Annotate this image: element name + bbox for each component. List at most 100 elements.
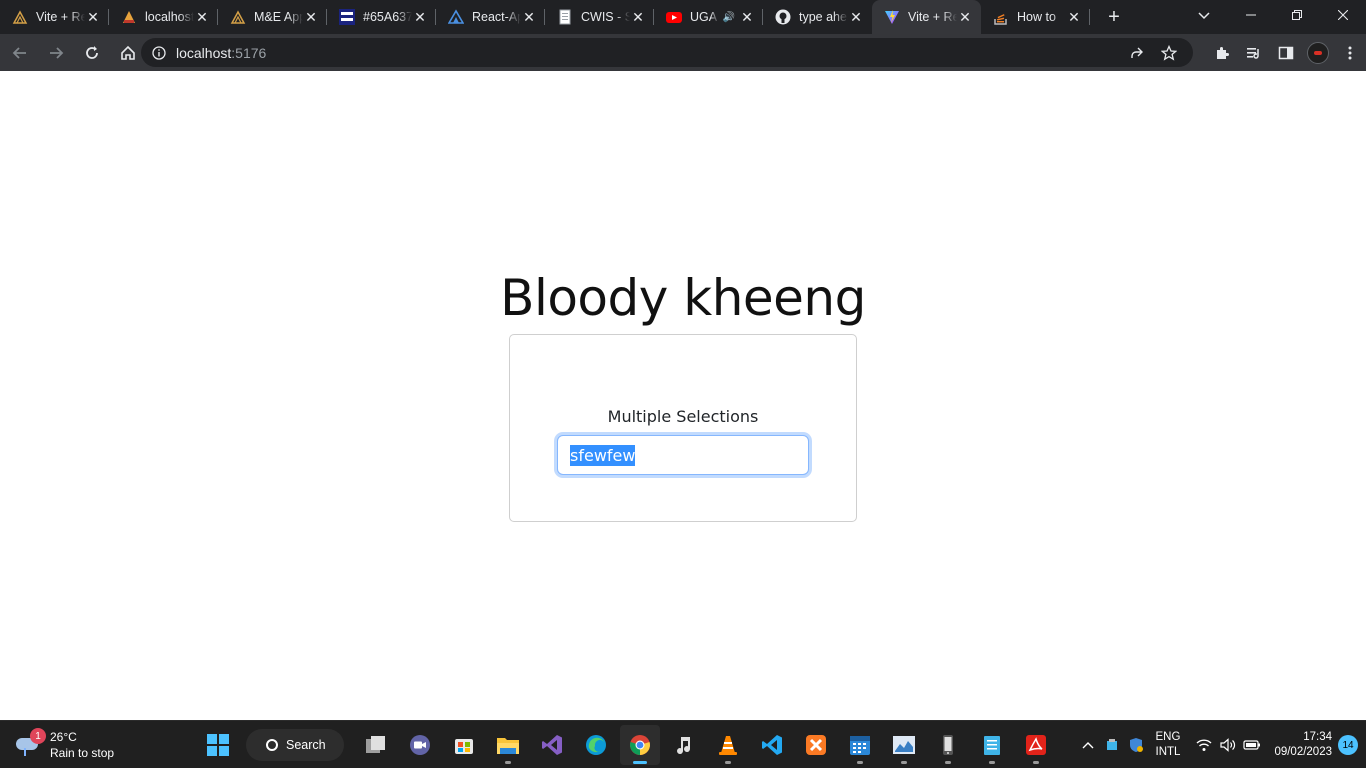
- usb-drive-icon[interactable]: [1100, 733, 1124, 757]
- security-shield-icon[interactable]: [1124, 733, 1148, 757]
- home-icon: [121, 45, 135, 60]
- site-info-icon[interactable]: [151, 45, 167, 61]
- kebab-menu-icon[interactable]: [1334, 37, 1366, 69]
- battery-icon[interactable]: [1240, 733, 1264, 757]
- taskbar-meet[interactable]: [400, 725, 440, 765]
- bookmark-star-icon[interactable]: [1153, 39, 1185, 67]
- lang-code: ENG: [1155, 731, 1181, 743]
- colortools-icon: [339, 9, 355, 25]
- tab-title: M&E App: [254, 10, 303, 24]
- volume-icon[interactable]: [1216, 733, 1240, 757]
- taskbar-search[interactable]: Search: [246, 729, 344, 761]
- tab-close-icon[interactable]: ✕: [194, 9, 210, 25]
- back-button[interactable]: [4, 37, 36, 69]
- pdf-icon: [1026, 735, 1046, 755]
- close-window-icon[interactable]: [1320, 0, 1366, 30]
- tab-search-icon[interactable]: [1192, 4, 1216, 28]
- calendar-icon: [850, 736, 870, 755]
- tab-close-icon[interactable]: ✕: [630, 9, 646, 25]
- notification-count-badge[interactable]: 14: [1338, 735, 1358, 755]
- wifi-icon[interactable]: [1192, 733, 1216, 757]
- address-bar-actions: [1121, 38, 1185, 67]
- tab-strip: Vite + React ✕ localhost ✕ M&E App ✕ #65…: [0, 0, 1366, 34]
- vscode-icon: [762, 735, 782, 755]
- tab-close-icon[interactable]: ✕: [848, 9, 864, 25]
- taskbar-edge[interactable]: [576, 725, 616, 765]
- taskbar-visual-studio[interactable]: [532, 725, 572, 765]
- window-controls: [1228, 0, 1366, 34]
- minimize-icon[interactable]: [1228, 0, 1274, 30]
- media-queue-icon[interactable]: [1238, 37, 1270, 69]
- tab-react-app[interactable]: React-App ✕: [436, 0, 545, 34]
- xampp-icon: [806, 735, 826, 755]
- new-tab-button[interactable]: +: [1096, 0, 1132, 34]
- tab-localhost[interactable]: localhost ✕: [109, 0, 218, 34]
- taskbar-vscode[interactable]: [752, 725, 792, 765]
- taskbar-calendar[interactable]: [840, 725, 880, 765]
- tab-color-65a637[interactable]: #65A637 ✕: [327, 0, 436, 34]
- speaker-icon[interactable]: 🔊: [723, 12, 735, 23]
- forward-button[interactable]: [40, 37, 72, 69]
- home-button[interactable]: [112, 37, 144, 69]
- extensions-puzzle-icon[interactable]: [1206, 37, 1238, 69]
- forward-arrow-icon: [50, 46, 64, 59]
- restore-icon[interactable]: [1274, 0, 1320, 30]
- app-logo-icon: [12, 9, 28, 25]
- input-language[interactable]: ENG INTL: [1156, 730, 1181, 760]
- tab-me-app[interactable]: M&E App ✕: [218, 0, 327, 34]
- weather-widget[interactable]: 1 26°C Rain to stop: [14, 727, 114, 763]
- start-button[interactable]: [198, 725, 238, 765]
- video-camera-icon: [410, 735, 430, 755]
- notepad-icon: [984, 736, 1000, 755]
- tab-title: CWIS - S: [581, 10, 630, 24]
- tab-title: Vite + React: [36, 10, 85, 24]
- tab-close-icon[interactable]: ✕: [739, 9, 755, 25]
- tab-how-to[interactable]: How to ✕: [981, 0, 1090, 34]
- music-note-icon: [677, 737, 691, 755]
- weather-temp: 26°C: [50, 730, 77, 744]
- taskbar-xampp[interactable]: [796, 725, 836, 765]
- tab-close-icon[interactable]: ✕: [412, 9, 428, 25]
- taskbar-vlc[interactable]: [708, 725, 748, 765]
- taskbar-file-explorer[interactable]: [488, 725, 528, 765]
- taskbar-music[interactable]: [664, 725, 704, 765]
- system-tray: ENG INTL 17:34 09/02/2023 14: [1076, 721, 1366, 768]
- tab-close-icon[interactable]: ✕: [85, 9, 101, 25]
- typeahead-input[interactable]: sfewfew: [557, 435, 809, 475]
- toolbar-actions: [1206, 34, 1366, 71]
- tab-close-icon[interactable]: ✕: [303, 9, 319, 25]
- tab-close-icon[interactable]: ✕: [1066, 9, 1082, 25]
- taskbar-notepad[interactable]: [972, 725, 1012, 765]
- tab-close-icon[interactable]: ✕: [521, 9, 537, 25]
- taskbar-phone-link[interactable]: [928, 725, 968, 765]
- address-bar[interactable]: localhost:5176: [141, 38, 1193, 67]
- tab-vite-react-1[interactable]: Vite + React ✕: [0, 0, 109, 34]
- reload-button[interactable]: [76, 37, 108, 69]
- clock[interactable]: 17:34 09/02/2023: [1274, 730, 1332, 760]
- vlc-cone-icon: [719, 736, 737, 755]
- profile-avatar[interactable]: [1307, 41, 1329, 64]
- taskbar-chrome[interactable]: [620, 725, 660, 765]
- keyboard-layout: INTL: [1155, 746, 1181, 758]
- tab-vite-react-active[interactable]: Vite + React ✕: [872, 0, 981, 34]
- task-view-button[interactable]: [356, 725, 396, 765]
- tab-uga[interactable]: UGA 🔊 ✕: [654, 0, 763, 34]
- share-icon[interactable]: [1121, 39, 1153, 67]
- show-hidden-icons[interactable]: [1076, 738, 1100, 752]
- tab-title: UGA: [690, 10, 718, 24]
- tab-close-icon[interactable]: ✕: [957, 9, 973, 25]
- tab-type-ahead[interactable]: type ahead ✕: [763, 0, 872, 34]
- reload-icon: [86, 45, 98, 59]
- clock-time: 17:34: [1303, 731, 1332, 743]
- taskbar-photos[interactable]: [884, 725, 924, 765]
- app-logo-icon: [230, 9, 246, 25]
- windows-taskbar: 1 26°C Rain to stop Search ENG INTL 17:3…: [0, 720, 1366, 768]
- stackoverflow-icon: [993, 9, 1009, 25]
- taskbar-store[interactable]: [444, 725, 484, 765]
- vite-icon: [884, 9, 900, 25]
- search-label: Search: [286, 738, 326, 752]
- taskbar-acrobat[interactable]: [1016, 725, 1056, 765]
- tab-cwis[interactable]: CWIS - S ✕: [545, 0, 654, 34]
- tab-title: type ahead: [799, 10, 848, 24]
- side-panel-icon[interactable]: [1270, 37, 1302, 69]
